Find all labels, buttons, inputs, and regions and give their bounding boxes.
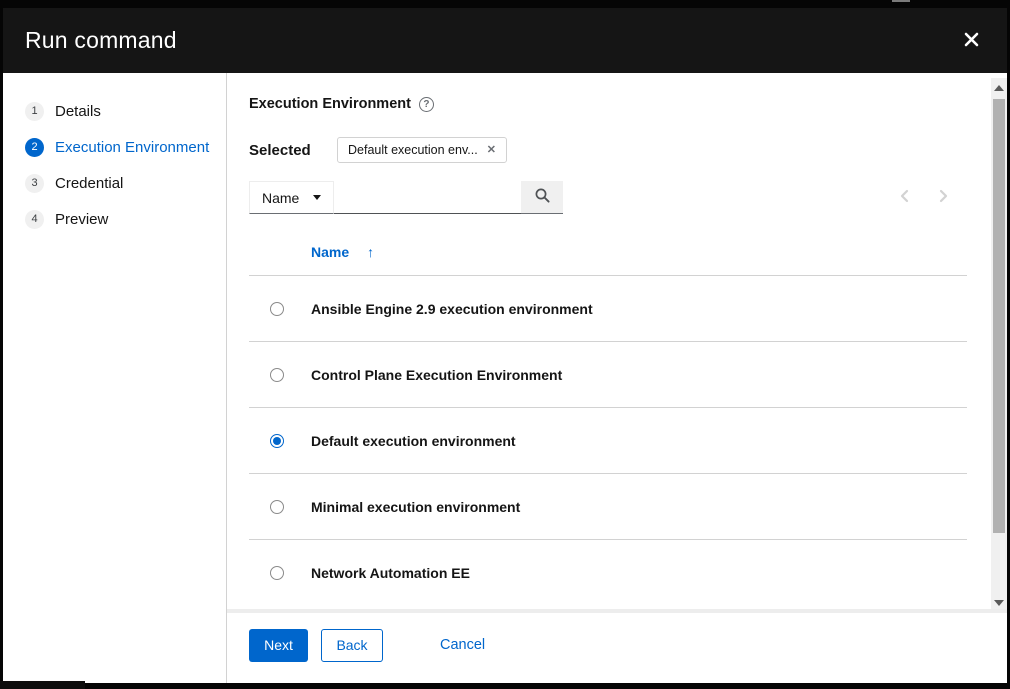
- row-radio[interactable]: [270, 566, 284, 580]
- table-row: Ansible Engine 2.9 execution environment: [249, 276, 967, 342]
- row-label: Minimal execution environment: [311, 499, 520, 515]
- table-row: Default execution environment: [249, 408, 967, 474]
- main-pane: Execution Environment ? Selected Default…: [227, 73, 1007, 683]
- window-frame: Run command 1 Details 2 Execution Environme…: [0, 0, 1010, 689]
- search-button[interactable]: [521, 181, 563, 214]
- pagination: [895, 181, 967, 214]
- run-command-modal: Run command 1 Details 2 Execution Environme…: [3, 8, 1007, 683]
- row-label: Ansible Engine 2.9 execution environment: [311, 301, 593, 317]
- radio-cell: [249, 566, 311, 580]
- section-title: Execution Environment: [249, 96, 411, 112]
- row-radio-selected[interactable]: [270, 434, 284, 448]
- chip-close-icon[interactable]: ✕: [487, 145, 496, 156]
- step-label: Details: [55, 103, 101, 120]
- row-radio[interactable]: [270, 368, 284, 382]
- wizard-step-preview[interactable]: 4 Preview: [3, 201, 226, 237]
- chevron-right-icon: [938, 189, 949, 206]
- wizard-step-credential[interactable]: 3 Credential: [3, 165, 226, 201]
- row-label: Default execution environment: [311, 433, 516, 449]
- row-label: Network Automation EE: [311, 565, 470, 581]
- background-page-fragment: [892, 0, 910, 2]
- modal-title: Run command: [25, 27, 177, 54]
- prev-page-button[interactable]: [895, 185, 914, 210]
- next-page-button[interactable]: [934, 185, 953, 210]
- next-button[interactable]: Next: [249, 629, 308, 662]
- radio-cell: [249, 434, 311, 448]
- row-radio[interactable]: [270, 302, 284, 316]
- modal-header: Run command: [3, 8, 1007, 73]
- search-input[interactable]: [334, 181, 521, 214]
- filter-key-dropdown[interactable]: Name: [249, 181, 334, 214]
- table-row: Control Plane Execution Environment: [249, 342, 967, 408]
- scroll-up-arrow-icon[interactable]: [994, 85, 1004, 91]
- step-number: 3: [25, 174, 44, 193]
- help-icon[interactable]: ?: [419, 97, 434, 112]
- row-radio[interactable]: [270, 500, 284, 514]
- sort-ascending-icon[interactable]: ↑: [367, 244, 374, 260]
- radio-cell: [249, 500, 311, 514]
- step-label: Preview: [55, 211, 108, 228]
- wizard-step-details[interactable]: 1 Details: [3, 93, 226, 129]
- scroll-pane: Execution Environment ? Selected Default…: [227, 73, 991, 609]
- cancel-button[interactable]: Cancel: [440, 637, 485, 653]
- bottom-left-frame-block: [0, 681, 85, 689]
- modal-body: 1 Details 2 Execution Environment 3 Credentia…: [3, 73, 1007, 683]
- chevron-left-icon: [899, 189, 910, 206]
- selected-row: Selected Default execution env... ✕: [249, 137, 967, 163]
- ee-table-body: Ansible Engine 2.9 execution environment…: [249, 276, 967, 606]
- scroll-down-arrow-icon[interactable]: [994, 600, 1004, 606]
- table-header: Name ↑: [249, 229, 967, 276]
- times-icon: [964, 32, 979, 50]
- selected-label: Selected: [249, 142, 337, 159]
- magnifier-icon: [534, 187, 551, 207]
- row-label: Control Plane Execution Environment: [311, 367, 562, 383]
- step-number: 2: [25, 138, 44, 157]
- back-button[interactable]: Back: [321, 629, 383, 662]
- step-number: 1: [25, 102, 44, 121]
- selected-chip: Default execution env... ✕: [337, 137, 507, 163]
- close-button[interactable]: [957, 27, 985, 55]
- caret-down-icon: [313, 195, 321, 200]
- scrollbar-thumb[interactable]: [993, 99, 1005, 533]
- radio-cell: [249, 368, 311, 382]
- table-row: Minimal execution environment: [249, 474, 967, 540]
- wizard-footer: Next Back Cancel: [227, 609, 1007, 683]
- step-number: 4: [25, 210, 44, 229]
- step-label: Execution Environment: [55, 139, 209, 156]
- chip-label: Default execution env...: [348, 143, 478, 157]
- wizard-steps: 1 Details 2 Execution Environment 3 Credentia…: [3, 73, 227, 683]
- search-toolbar: Name: [249, 181, 967, 214]
- radio-cell: [249, 302, 311, 316]
- ee-table: Name ↑ Ansible Engine 2.9 execution envi…: [249, 229, 967, 606]
- section-title-row: Execution Environment ?: [249, 96, 967, 112]
- step-label: Credential: [55, 175, 123, 192]
- wizard-step-execution-environment[interactable]: 2 Execution Environment: [3, 129, 226, 165]
- filter-key-label: Name: [262, 190, 299, 206]
- name-column-header[interactable]: Name: [311, 244, 349, 260]
- table-row: Network Automation EE: [249, 540, 967, 606]
- vertical-scrollbar[interactable]: [991, 78, 1007, 612]
